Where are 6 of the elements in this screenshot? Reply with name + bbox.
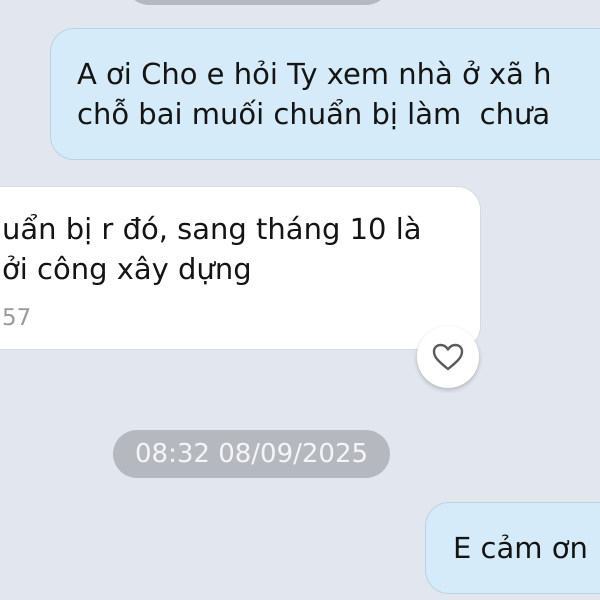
- message-text: E cảm ơn: [453, 530, 589, 567]
- timestamp-pill: 08:32 08/09/2025: [113, 430, 390, 478]
- reaction-button[interactable]: [417, 326, 479, 388]
- message-time: 57: [2, 304, 32, 333]
- message-text: uẩn bị r đó, sang tháng 10 là ởi công xây dựng: [2, 211, 423, 288]
- message-text: A ơi Cho e hỏi Ty xem nhà ở xã h chỗ bai muối chuẩn bị làm chưa: [77, 56, 553, 133]
